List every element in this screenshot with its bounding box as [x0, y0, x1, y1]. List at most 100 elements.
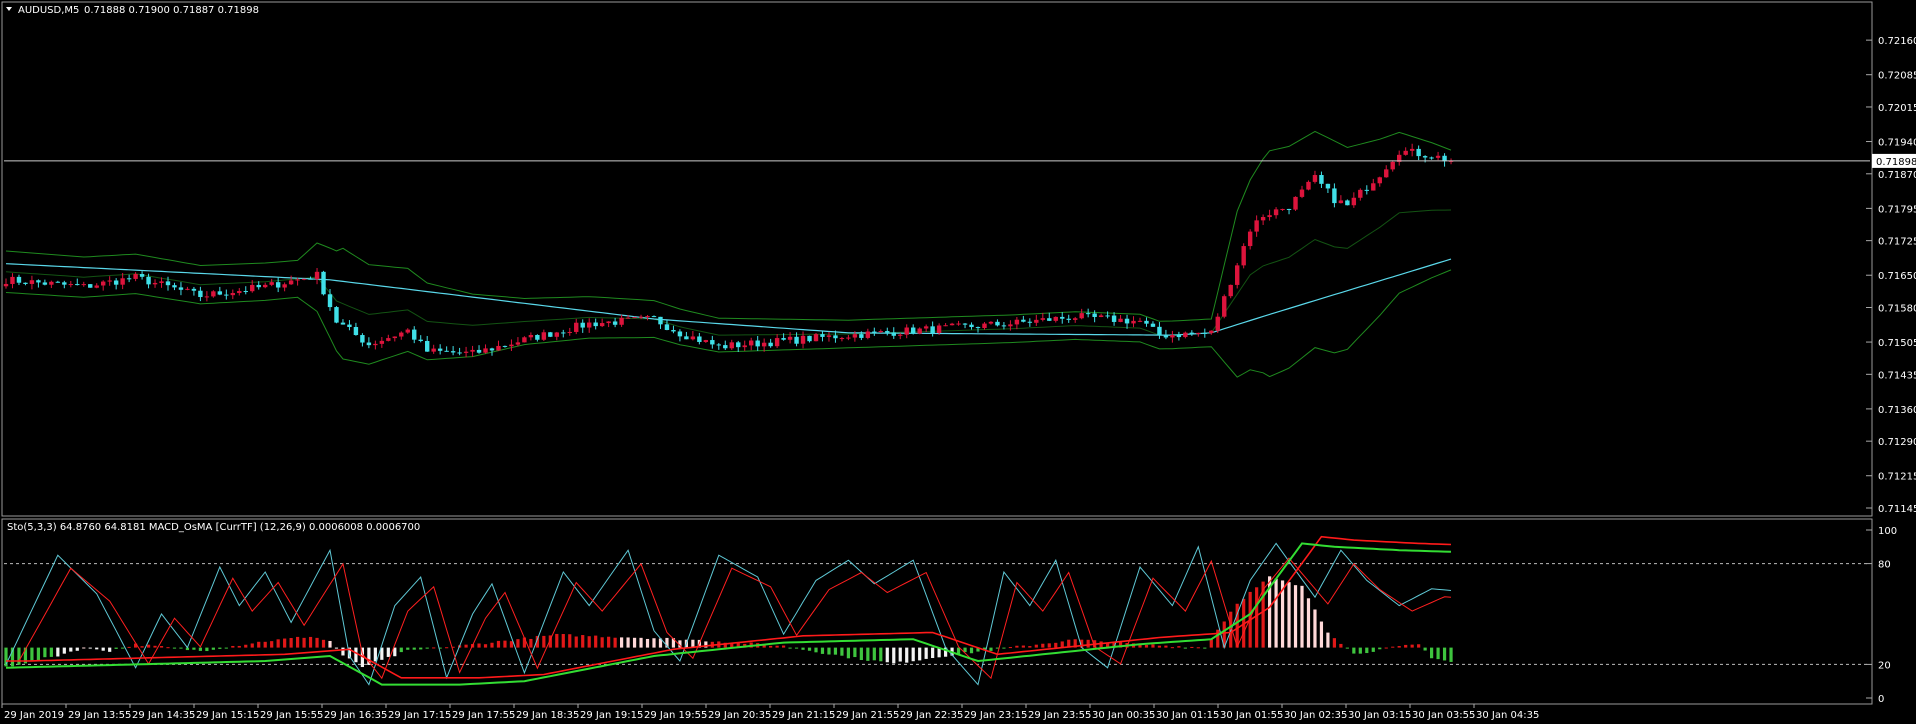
candle-body — [243, 291, 248, 293]
osma-bar — [1028, 646, 1032, 648]
osma-bar — [127, 646, 131, 648]
candle-body — [729, 342, 734, 349]
candle-body — [969, 324, 974, 328]
osma-bar — [931, 647, 935, 659]
osma-bar — [328, 640, 332, 648]
osma-bar — [769, 645, 773, 648]
candle-body — [275, 282, 281, 288]
osma-bar — [114, 647, 118, 649]
osma-bar — [483, 644, 488, 648]
candle-body — [807, 335, 812, 342]
osma-bar — [1209, 639, 1213, 648]
osma-bar — [885, 647, 889, 663]
candle-body — [1131, 320, 1136, 324]
osma-bar — [600, 637, 604, 648]
osma-bar — [1365, 647, 1369, 654]
osma-bar — [1183, 647, 1187, 649]
price-tick-label: 0.71795 — [1878, 204, 1916, 215]
osma-bar — [302, 637, 306, 648]
candle-body — [872, 331, 877, 333]
candle-body — [386, 338, 391, 341]
candle-body — [619, 317, 624, 325]
candle-body — [269, 282, 274, 285]
osma-bar — [56, 647, 60, 657]
osma-bar — [911, 647, 915, 662]
time-tick-label: 30 Jan 04:35 — [1476, 710, 1539, 721]
osma-bar — [509, 641, 514, 648]
osma-bar — [594, 635, 598, 648]
candle-body — [988, 321, 994, 324]
price-axis: 0.72160 0.72085 0.72015 0.71940 0.71870 0.717… — [1866, 36, 1916, 515]
candle-body — [1092, 313, 1097, 317]
candle-body — [911, 327, 916, 334]
candle-body — [522, 337, 527, 343]
osma-bar — [477, 643, 481, 648]
osma-bar — [75, 647, 79, 651]
osma-bar — [645, 638, 650, 648]
candle-body — [625, 317, 631, 319]
osma-bar — [334, 647, 339, 649]
osma-bar — [1430, 647, 1434, 659]
candle-body — [1254, 220, 1259, 232]
candle-body — [1034, 319, 1039, 323]
candle-body — [787, 336, 793, 340]
candle-body — [314, 271, 320, 280]
candle-body — [178, 287, 184, 290]
candle-body — [126, 278, 132, 280]
candle-body — [250, 284, 255, 292]
osma-bar — [1196, 647, 1200, 649]
osma-bar — [231, 645, 235, 648]
osma-bar — [82, 647, 86, 649]
osma-bar — [1255, 587, 1259, 648]
candle-body — [392, 336, 397, 339]
candle-body — [347, 324, 352, 328]
osma-bar — [613, 637, 617, 648]
osma-bar — [639, 637, 643, 648]
candle-body — [366, 342, 372, 346]
osma-bar — [1339, 643, 1343, 648]
candle-body — [943, 325, 948, 327]
osma-bar — [1287, 582, 1291, 648]
candle-body — [930, 326, 935, 333]
candle-body — [1351, 197, 1357, 206]
candle-body — [282, 284, 287, 288]
time-tick-label: 30 Jan 00:35 — [1092, 710, 1155, 721]
time-tick-label: 29 Jan 21:15 — [772, 710, 835, 721]
osma-bar — [153, 645, 157, 648]
candle-body — [204, 296, 210, 298]
candle-body — [1416, 148, 1421, 157]
candle-body — [1364, 189, 1369, 191]
candle-body — [172, 285, 177, 288]
candle-body — [29, 280, 35, 284]
candle-body — [1183, 332, 1188, 338]
candle-body — [36, 280, 41, 283]
price-tick-label: 0.72160 — [1878, 36, 1916, 47]
candle-body — [1267, 215, 1272, 218]
candle-body — [113, 280, 119, 285]
osma-bar — [308, 636, 313, 648]
candle — [1222, 294, 1227, 319]
osma-bar — [211, 647, 215, 650]
candle-body — [1040, 318, 1045, 320]
candle-body — [1202, 332, 1207, 334]
candle-body — [1222, 296, 1227, 317]
osma-bar — [95, 647, 99, 650]
osma-bar — [807, 647, 812, 651]
candle-body — [476, 349, 482, 353]
candle-body — [716, 344, 721, 346]
candle — [1228, 284, 1233, 299]
candle-body — [956, 323, 961, 325]
candle-body — [1137, 320, 1143, 322]
osma-bar — [393, 647, 397, 657]
candle-body — [1273, 209, 1279, 216]
candle-body — [878, 331, 883, 333]
osma-bar — [354, 647, 358, 663]
candle — [813, 333, 819, 342]
candle-body — [736, 342, 741, 348]
candle-body — [541, 332, 547, 340]
time-tick-label: 29 Jan 13:55 — [68, 710, 131, 721]
osma-bar — [626, 637, 630, 648]
candle-body — [1066, 318, 1071, 320]
candle-body — [256, 284, 261, 288]
osma-bar — [432, 647, 436, 649]
